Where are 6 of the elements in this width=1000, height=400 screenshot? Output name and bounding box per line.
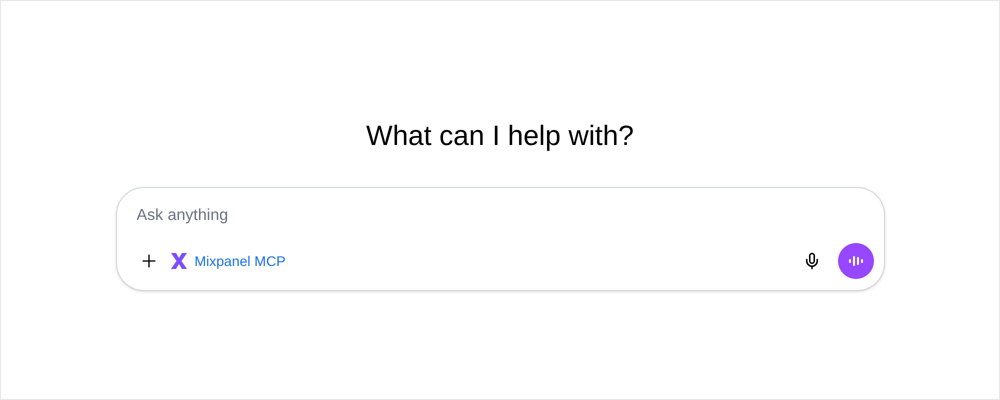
message-input[interactable]: Ask anything (136, 203, 864, 229)
tool-chip[interactable]: Mixpanel MCP (168, 250, 286, 272)
logo-icon (168, 251, 188, 271)
voice-button[interactable] (838, 243, 874, 279)
waveform-icon (848, 255, 864, 267)
heading: What can I help with? (366, 119, 634, 153)
